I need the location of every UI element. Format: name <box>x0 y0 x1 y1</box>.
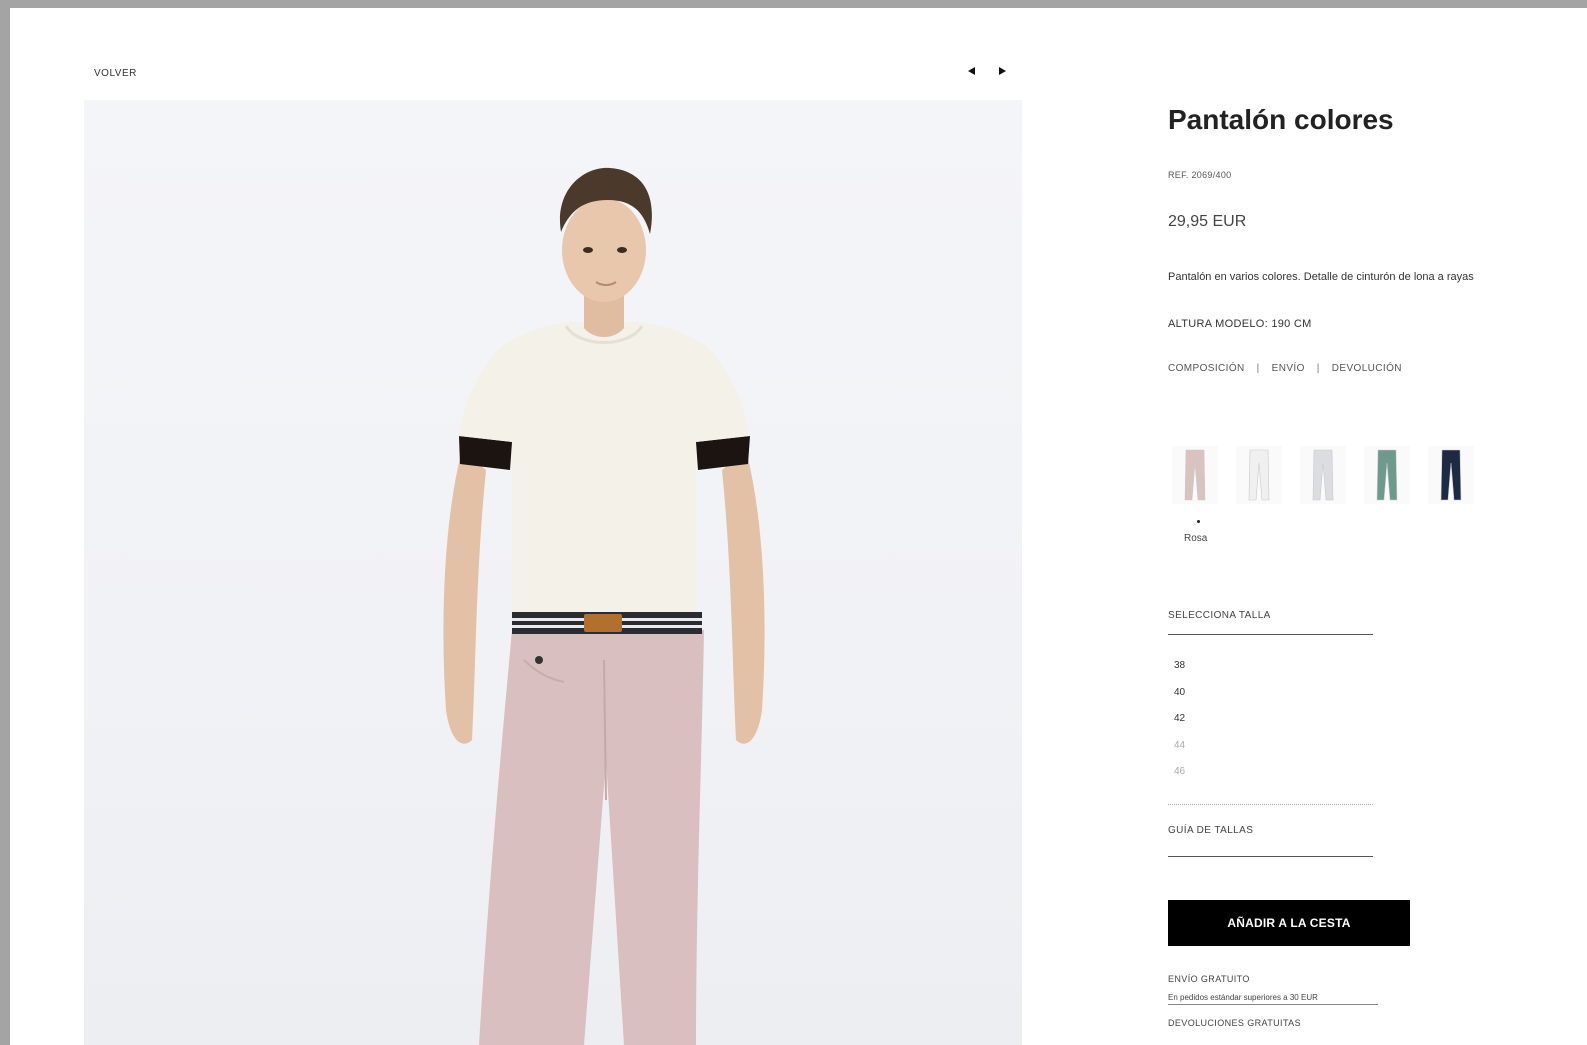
add-to-cart-button[interactable]: AÑADIR A LA CESTA <box>1168 900 1410 946</box>
model-illustration <box>443 167 765 1045</box>
previous-arrow-icon[interactable] <box>965 64 979 78</box>
free-shipping-text: En pedidos estándar superiores a 30 EUR <box>1168 993 1378 1005</box>
composition-link[interactable]: COMPOSICIÓN <box>1168 363 1245 374</box>
pants-icon <box>1248 449 1270 501</box>
returns-link[interactable]: DEVOLUCIÓN <box>1332 363 1402 374</box>
free-shipping-title: ENVÍO GRATUITO <box>1168 974 1250 984</box>
selected-color-name: Rosa <box>1184 533 1208 544</box>
link-separator: | <box>1316 363 1320 374</box>
size-option-40[interactable]: 40 <box>1174 685 1185 712</box>
product-title: Pantalón colores <box>1168 104 1394 135</box>
pants-icon <box>1312 449 1334 501</box>
selected-color-dot <box>1197 520 1200 523</box>
size-guide-link[interactable]: GUÍA DE TALLAS <box>1168 825 1253 836</box>
product-photo[interactable] <box>84 100 1022 1045</box>
color-swatch-light-grey[interactable] <box>1300 446 1346 504</box>
info-links: COMPOSICIÓN | ENVÍO | DEVOLUCIÓN <box>1168 363 1402 374</box>
color-swatch-navy[interactable] <box>1428 446 1474 504</box>
color-swatch-white[interactable] <box>1236 446 1282 504</box>
shipping-link[interactable]: ENVÍO <box>1272 363 1305 374</box>
link-separator: | <box>1256 363 1260 374</box>
product-price: 29,95 EUR <box>1168 213 1247 230</box>
next-arrow-icon[interactable] <box>995 64 1009 78</box>
size-option-42[interactable]: 42 <box>1174 711 1185 738</box>
color-swatch-green[interactable] <box>1364 446 1410 504</box>
pants-icon <box>1376 449 1398 501</box>
pants-icon <box>1184 449 1206 501</box>
image-nav <box>965 64 1009 78</box>
back-link[interactable]: VOLVER <box>94 68 137 79</box>
size-list-end-divider <box>1168 804 1373 805</box>
size-list: 38 40 42 44 46 <box>1174 658 1185 791</box>
model-height: ALTURA MODELO: 190 CM <box>1168 318 1312 330</box>
product-description: Pantalón en varios colores. Detalle de c… <box>1168 271 1474 283</box>
color-swatches <box>1172 446 1474 504</box>
size-option-46: 46 <box>1174 766 1186 777</box>
size-guide-divider <box>1168 856 1373 857</box>
size-option-38[interactable]: 38 <box>1174 658 1185 685</box>
size-option-44: 44 <box>1174 739 1186 751</box>
pants-icon <box>1440 449 1462 501</box>
product-page: VOLVER Pantalón colores REF. 2069/400 29… <box>10 8 1587 1045</box>
size-select-label[interactable]: SELECCIONA TALLA <box>1168 610 1271 621</box>
product-ref: REF. 2069/400 <box>1168 170 1232 180</box>
color-swatch-rosa[interactable] <box>1172 446 1218 504</box>
free-returns-title: DEVOLUCIONES GRATUITAS <box>1168 1018 1301 1028</box>
size-divider <box>1168 634 1373 635</box>
